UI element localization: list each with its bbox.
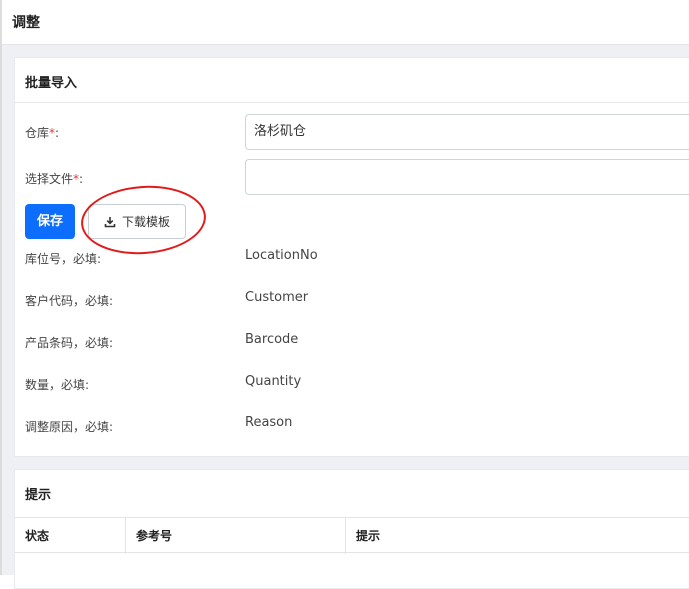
warehouse-value: 洛杉矶仓 [254, 124, 307, 139]
field-row-value: Reason [245, 415, 293, 430]
card-header: 批量导入 [15, 58, 689, 103]
tips-card: 提示 状态 参考号 提示 [14, 469, 689, 589]
dialog-title: 调整 [12, 15, 40, 31]
save-button[interactable]: 保存 [25, 204, 75, 239]
field-row-label: 调整原因，必填: [25, 420, 114, 434]
download-template-label: 下载模板 [121, 215, 170, 229]
file-label-text: 选择文件 [25, 172, 74, 186]
field-row-value: Customer [245, 290, 309, 305]
download-template-button[interactable]: 下载模板 [88, 204, 186, 239]
warehouse-input[interactable]: 洛杉矶仓 [245, 114, 689, 150]
card-title: 提示 [25, 488, 52, 503]
column-header-tip: 提示 [345, 518, 689, 554]
dialog-body: 批量导入 仓库*: 洛杉矶仓 选择文件*: 保存 下载模板 库位号，必填: Lo… [2, 45, 689, 589]
field-row-label: 产品条码，必填: [25, 336, 114, 350]
download-icon [104, 216, 116, 227]
file-input[interactable] [245, 159, 689, 195]
batch-import-card: 批量导入 仓库*: 洛杉矶仓 选择文件*: 保存 下载模板 库位号，必填: Lo… [14, 57, 689, 457]
column-header-reference: 参考号 [125, 518, 345, 554]
file-label: 选择文件*: [25, 170, 83, 187]
card-header: 提示 [15, 470, 689, 515]
label-colon: : [55, 126, 60, 140]
field-row-label: 数量，必填: [25, 378, 90, 392]
column-header-status: 状态 [25, 529, 50, 543]
warehouse-label: 仓库*: [25, 124, 59, 141]
field-row-label: 库位号，必填: [25, 252, 102, 266]
field-row-value: Barcode [245, 332, 299, 347]
warehouse-label-text: 仓库 [25, 126, 50, 140]
label-colon: : [79, 172, 84, 186]
field-row-label: 客户代码，必填: [25, 294, 114, 308]
field-row-value: LocationNo [245, 248, 318, 263]
tips-table-header: 状态 参考号 提示 [15, 517, 689, 554]
field-row-value: Quantity [245, 374, 302, 389]
card-title: 批量导入 [25, 76, 78, 91]
dialog-header: 调整 [2, 0, 689, 45]
